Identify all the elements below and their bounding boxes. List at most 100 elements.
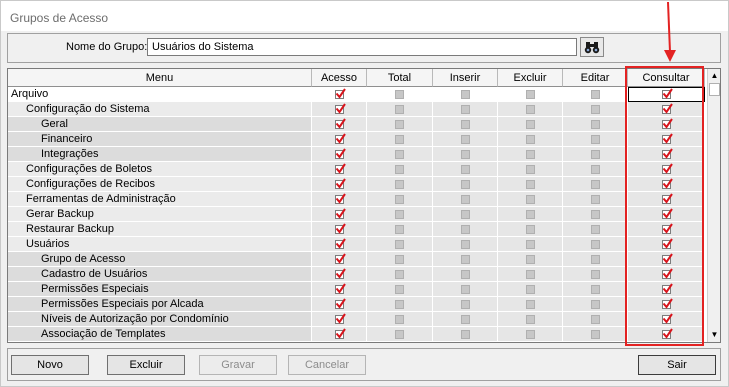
checkbox-consultar[interactable] [662, 238, 673, 249]
checkbox-excluir[interactable] [526, 225, 535, 234]
checkbox-total[interactable] [395, 165, 404, 174]
table-row[interactable]: Usuários [8, 237, 705, 252]
table-row[interactable]: Associação de Templates [8, 327, 705, 342]
checkbox-editar[interactable] [591, 315, 600, 324]
checkbox-editar[interactable] [591, 180, 600, 189]
table-row[interactable]: Ferramentas de Administração [8, 192, 705, 207]
checkbox-excluir[interactable] [526, 255, 535, 264]
checkbox-acesso[interactable] [335, 148, 346, 159]
table-row[interactable]: Integrações [8, 147, 705, 162]
checkbox-consultar[interactable] [662, 103, 673, 114]
checkbox-inserir[interactable] [461, 165, 470, 174]
checkbox-total[interactable] [395, 210, 404, 219]
checkbox-consultar[interactable] [662, 193, 673, 204]
checkbox-inserir[interactable] [461, 315, 470, 324]
checkbox-acesso[interactable] [335, 283, 346, 294]
checkbox-excluir[interactable] [526, 135, 535, 144]
checkbox-total[interactable] [395, 255, 404, 264]
checkbox-total[interactable] [395, 300, 404, 309]
table-row[interactable]: Geral [8, 117, 705, 132]
checkbox-excluir[interactable] [526, 195, 535, 204]
checkbox-inserir[interactable] [461, 270, 470, 279]
checkbox-editar[interactable] [591, 135, 600, 144]
column-header-menu[interactable]: Menu [8, 69, 312, 87]
checkbox-editar[interactable] [591, 105, 600, 114]
checkbox-excluir[interactable] [526, 150, 535, 159]
checkbox-editar[interactable] [591, 225, 600, 234]
checkbox-excluir[interactable] [526, 240, 535, 249]
vertical-scrollbar[interactable]: ▲ ▼ [707, 69, 720, 342]
checkbox-inserir[interactable] [461, 210, 470, 219]
checkbox-inserir[interactable] [461, 135, 470, 144]
table-row[interactable]: Permissões Especiais [8, 282, 705, 297]
checkbox-acesso[interactable] [335, 103, 346, 114]
checkbox-total[interactable] [395, 270, 404, 279]
checkbox-consultar[interactable] [662, 268, 673, 279]
checkbox-excluir[interactable] [526, 270, 535, 279]
checkbox-editar[interactable] [591, 165, 600, 174]
exit-button[interactable]: Sair [638, 355, 716, 375]
column-header-consultar[interactable]: Consultar [628, 69, 705, 87]
checkbox-editar[interactable] [591, 195, 600, 204]
checkbox-excluir[interactable] [526, 180, 535, 189]
checkbox-consultar[interactable] [662, 253, 673, 264]
checkbox-consultar[interactable] [662, 163, 673, 174]
checkbox-editar[interactable] [591, 240, 600, 249]
checkbox-total[interactable] [395, 330, 404, 339]
table-row[interactable]: Financeiro [8, 132, 705, 147]
checkbox-inserir[interactable] [461, 225, 470, 234]
checkbox-total[interactable] [395, 135, 404, 144]
checkbox-editar[interactable] [591, 150, 600, 159]
column-header-inserir[interactable]: Inserir [433, 69, 498, 87]
checkbox-acesso[interactable] [335, 163, 346, 174]
checkbox-inserir[interactable] [461, 120, 470, 129]
checkbox-editar[interactable] [591, 210, 600, 219]
checkbox-total[interactable] [395, 225, 404, 234]
checkbox-inserir[interactable] [461, 90, 470, 99]
new-button[interactable]: Novo [11, 355, 89, 375]
checkbox-consultar[interactable] [662, 208, 673, 219]
checkbox-inserir[interactable] [461, 150, 470, 159]
checkbox-inserir[interactable] [461, 255, 470, 264]
checkbox-consultar[interactable] [662, 223, 673, 234]
checkbox-acesso[interactable] [335, 298, 346, 309]
checkbox-inserir[interactable] [461, 180, 470, 189]
table-row[interactable]: Cadastro de Usuários [8, 267, 705, 282]
cancel-button[interactable]: Cancelar [288, 355, 366, 375]
checkbox-acesso[interactable] [335, 328, 346, 339]
checkbox-inserir[interactable] [461, 300, 470, 309]
save-button[interactable]: Gravar [199, 355, 277, 375]
checkbox-excluir[interactable] [526, 330, 535, 339]
table-row[interactable]: Grupo de Acesso [8, 252, 705, 267]
scroll-thumb[interactable] [709, 83, 720, 96]
checkbox-editar[interactable] [591, 285, 600, 294]
checkbox-editar[interactable] [591, 300, 600, 309]
checkbox-consultar[interactable] [662, 133, 673, 144]
checkbox-consultar[interactable] [662, 178, 673, 189]
column-header-total[interactable]: Total [367, 69, 433, 87]
delete-button[interactable]: Excluir [107, 355, 185, 375]
checkbox-total[interactable] [395, 180, 404, 189]
checkbox-acesso[interactable] [335, 118, 346, 129]
search-button[interactable] [580, 37, 604, 57]
table-row[interactable]: Arquivo [8, 87, 705, 102]
column-header-acesso[interactable]: Acesso [312, 69, 367, 87]
checkbox-inserir[interactable] [461, 105, 470, 114]
checkbox-consultar[interactable] [662, 328, 673, 339]
checkbox-acesso[interactable] [335, 208, 346, 219]
checkbox-total[interactable] [395, 105, 404, 114]
checkbox-total[interactable] [395, 195, 404, 204]
column-header-editar[interactable]: Editar [563, 69, 628, 87]
table-row[interactable]: Permissões Especiais por Alcada [8, 297, 705, 312]
checkbox-excluir[interactable] [526, 90, 535, 99]
checkbox-acesso[interactable] [335, 88, 346, 99]
checkbox-excluir[interactable] [526, 315, 535, 324]
checkbox-total[interactable] [395, 315, 404, 324]
checkbox-excluir[interactable] [526, 210, 535, 219]
checkbox-acesso[interactable] [335, 178, 346, 189]
checkbox-total[interactable] [395, 285, 404, 294]
checkbox-inserir[interactable] [461, 285, 470, 294]
group-name-input[interactable] [147, 38, 577, 56]
checkbox-editar[interactable] [591, 90, 600, 99]
table-row[interactable]: Configuração do Sistema [8, 102, 705, 117]
